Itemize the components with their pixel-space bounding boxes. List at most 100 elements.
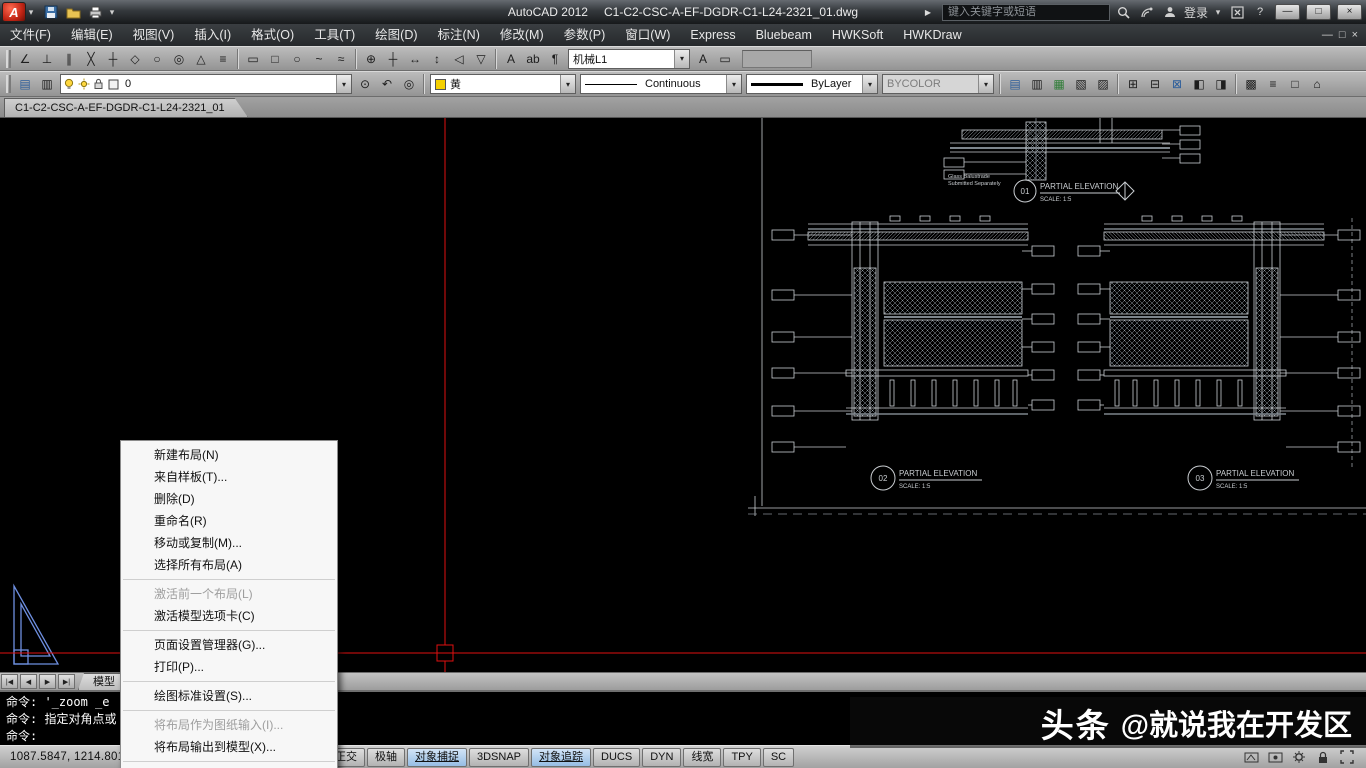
tab-nav-last-button[interactable]: ▶| <box>58 674 75 689</box>
plot-icon[interactable] <box>85 3 105 21</box>
sheet-set-icon[interactable]: ▦ <box>1048 73 1070 95</box>
tab-nav-next-button[interactable]: ▶ <box>39 674 56 689</box>
menu-draw[interactable]: 绘图(D) <box>365 24 427 46</box>
text-style-icon[interactable]: A <box>500 48 522 70</box>
doc-minimize-icon[interactable]: — <box>1322 29 1333 41</box>
menu-edit[interactable]: 编辑(E) <box>61 24 123 46</box>
make-object-layer-current-icon[interactable]: ⊙ <box>354 73 376 95</box>
dim-break-icon[interactable]: ▭ <box>714 48 736 70</box>
lock-ui-icon[interactable] <box>1314 748 1332 766</box>
menu-view[interactable]: 视图(V) <box>123 24 185 46</box>
color-combo[interactable]: 黄 ▾ <box>430 74 576 94</box>
context-menu-item-plot[interactable]: 打印(P)... <box>121 656 337 678</box>
layer-color-swatch[interactable] <box>106 76 121 92</box>
chevron-down-icon[interactable]: ▾ <box>560 75 575 93</box>
snap-node-icon[interactable]: ○ <box>286 48 308 70</box>
menu-express[interactable]: Express <box>680 24 745 46</box>
menu-window[interactable]: 窗口(W) <box>615 24 680 46</box>
tab-nav-first-button[interactable]: |◀ <box>1 674 18 689</box>
tab-nav-prev-button[interactable]: ◀ <box>20 674 37 689</box>
login-button[interactable]: 登录 <box>1184 4 1208 21</box>
viewport-icon[interactable]: □ <box>1284 73 1306 95</box>
toolbar-grip[interactable] <box>6 49 11 68</box>
chevron-down-icon[interactable]: ▾ <box>336 75 351 93</box>
menu-dimension[interactable]: 标注(N) <box>428 24 490 46</box>
snap-perpendicular-icon[interactable]: ▭ <box>242 48 264 70</box>
toggle-otrack[interactable]: 对象追踪 <box>531 747 592 767</box>
search-input[interactable] <box>941 3 1110 21</box>
linetype-combo[interactable]: Continuous ▾ <box>580 74 742 94</box>
help-icon[interactable]: ? <box>1251 3 1269 21</box>
chevron-down-icon[interactable]: ▾ <box>726 75 741 93</box>
chevron-down-icon[interactable]: ▾ <box>674 49 689 68</box>
layer-lock-icon[interactable] <box>91 76 106 92</box>
snap-intersection-icon[interactable]: ┼ <box>102 48 124 70</box>
context-menu-item-activate-model-tab[interactable]: 激活模型选项卡(C) <box>121 605 337 627</box>
match-properties-icon[interactable]: ▥ <box>1026 73 1048 95</box>
zoom-icon[interactable]: ↕ <box>426 48 448 70</box>
render-icon[interactable]: ⌂ <box>1306 73 1328 95</box>
toolbar-grip[interactable] <box>6 75 11 93</box>
toggle-tpy[interactable]: TPY <box>723 747 761 767</box>
drawing-file-tab[interactable]: C1-C2-CSC-A-EF-DGDR-C1-L24-2321_01 <box>4 98 248 117</box>
snap-nearest-icon[interactable]: ≈ <box>330 48 352 70</box>
layer-properties-icon[interactable]: ▤ <box>14 73 36 95</box>
context-menu-item-drawing-standards[interactable]: 绘图标准设置(S)... <box>121 685 337 707</box>
workspace-gear-icon[interactable] <box>1290 748 1308 766</box>
context-menu-item-delete[interactable]: 删除(D) <box>121 488 337 510</box>
chevron-down-icon[interactable]: ▾ <box>862 75 877 93</box>
search-icon[interactable] <box>1115 3 1133 21</box>
snap-parallel-icon[interactable]: □ <box>264 48 286 70</box>
communication-center-icon[interactable] <box>1138 3 1156 21</box>
toggle-lineweight[interactable]: 线宽 <box>683 747 722 767</box>
context-menu-item-export-layout-to-model[interactable]: 将布局输出到模型(X)... <box>121 736 337 758</box>
exchange-apps-icon[interactable] <box>1228 3 1246 21</box>
fullscreen-icon[interactable] <box>1338 748 1356 766</box>
toggle-osnap[interactable]: 对象捕捉 <box>407 747 467 767</box>
chevron-down-icon[interactable]: ▾ <box>978 75 993 93</box>
text-edit-icon[interactable]: ◨ <box>1210 73 1232 95</box>
snap-insert-icon[interactable]: ~ <box>308 48 330 70</box>
snap-quadrant-icon[interactable]: △ <box>190 48 212 70</box>
snap-tangent-icon[interactable]: ≡ <box>212 48 234 70</box>
markup-icon[interactable]: ▧ <box>1070 73 1092 95</box>
layer-freeze-sun-icon[interactable] <box>76 76 91 92</box>
snap-none-icon[interactable]: ⊕ <box>360 48 382 70</box>
annotation-visibility-icon[interactable] <box>1266 748 1284 766</box>
menu-hwksoft[interactable]: HWKSoft <box>822 24 893 46</box>
dim-space-icon[interactable]: A <box>692 48 714 70</box>
menu-file[interactable]: 文件(F) <box>0 24 61 46</box>
snap-extension-icon[interactable]: ○ <box>146 48 168 70</box>
zoom-window-icon[interactable]: ◁ <box>448 48 470 70</box>
osnap-settings-icon[interactable]: ┼ <box>382 48 404 70</box>
menu-insert[interactable]: 插入(I) <box>184 24 241 46</box>
menu-bluebeam[interactable]: Bluebeam <box>746 24 822 46</box>
maximize-button[interactable]: □ <box>1306 4 1331 20</box>
toggle-dyn[interactable]: DYN <box>642 747 682 767</box>
app-menu-caret-icon[interactable]: ▾ <box>26 7 36 18</box>
pan-icon[interactable]: ↔ <box>404 48 426 70</box>
toggle-sc[interactable]: SC <box>762 747 795 767</box>
qcalc-icon[interactable]: ▨ <box>1092 73 1114 95</box>
app-menu-button[interactable]: A <box>2 2 26 22</box>
properties-icon[interactable]: ▤ <box>1004 73 1026 95</box>
toggle-ducs[interactable]: DUCS <box>593 747 641 767</box>
menu-format[interactable]: 格式(O) <box>241 24 304 46</box>
lineweight-combo[interactable]: ByLayer ▾ <box>746 74 878 94</box>
dim-style-combo[interactable]: 机械L1 ▾ <box>568 48 690 69</box>
context-menu-item-new-layout[interactable]: 新建布局(N) <box>121 444 337 466</box>
doc-restore-icon[interactable]: □ <box>1339 29 1346 41</box>
snap-from-icon[interactable]: ⊥ <box>36 48 58 70</box>
menu-hwkdraw[interactable]: HWKDraw <box>893 24 971 46</box>
minimize-button[interactable]: — <box>1275 4 1300 20</box>
context-menu-item-move-copy[interactable]: 移动或复制(M)... <box>121 532 337 554</box>
menu-parametric[interactable]: 参数(P) <box>554 24 616 46</box>
block-editor-icon[interactable]: ⊟ <box>1144 73 1166 95</box>
snap-center-icon[interactable]: ◎ <box>168 48 190 70</box>
menu-tools[interactable]: 工具(T) <box>304 24 365 46</box>
xref-icon[interactable]: ⊠ <box>1166 73 1188 95</box>
menu-modify[interactable]: 修改(M) <box>490 24 554 46</box>
annotation-scale-icon[interactable] <box>1242 748 1260 766</box>
toggle-3dsnap[interactable]: 3DSNAP <box>469 747 530 767</box>
toggle-polar[interactable]: 极轴 <box>367 747 405 767</box>
